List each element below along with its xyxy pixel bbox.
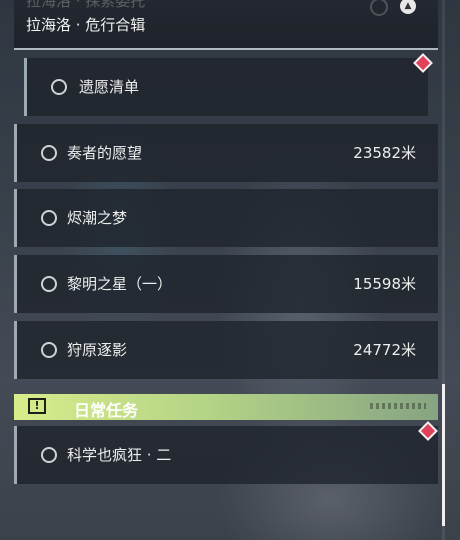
quest-item[interactable]: 科学也疯狂 · 二 — [14, 426, 438, 484]
circle-icon — [41, 210, 57, 226]
previous-group-title: 拉海洛 · 探索委托 — [26, 0, 146, 10]
circle-icon — [51, 79, 67, 95]
quest-distance: 23582米 — [353, 144, 416, 162]
decorative-stripes — [370, 403, 426, 409]
quest-item[interactable]: 狩原逐影 24772米 — [14, 321, 438, 379]
quest-distance: 15598米 — [353, 275, 416, 293]
quest-item[interactable]: 遗愿清单 — [24, 58, 428, 116]
category-title: 日常任务 — [74, 401, 139, 420]
quest-item[interactable]: 黎明之星（一） 15598米 — [14, 255, 438, 313]
exclamation-icon: ! — [28, 398, 46, 414]
circle-icon — [41, 145, 57, 161]
scrollbar-thumb[interactable] — [442, 384, 445, 526]
group-title: 拉海洛 · 危行合辑 — [26, 16, 146, 34]
quest-distance: 24772米 — [353, 341, 416, 359]
quest-item[interactable]: 烬潮之梦 — [14, 189, 438, 247]
quest-label: 奏者的愿望 — [67, 144, 143, 162]
status-ring-icon — [370, 0, 388, 16]
quest-group-header[interactable]: 拉海洛 · 探索委托 ▲ 拉海洛 · 危行合辑 — [14, 0, 438, 50]
quest-label: 遗愿清单 — [79, 78, 140, 96]
circle-icon — [41, 342, 57, 358]
quest-item[interactable]: 奏者的愿望 23582米 — [14, 124, 438, 182]
quest-label: 狩原逐影 — [67, 341, 128, 359]
category-header-daily[interactable]: ! 日常任务 — [14, 394, 438, 420]
quest-label: 科学也疯狂 · 二 — [67, 446, 172, 464]
quest-label: 黎明之星（一） — [67, 275, 173, 293]
circle-icon — [41, 276, 57, 292]
circle-icon — [41, 447, 57, 463]
chevron-up-icon[interactable]: ▲ — [400, 0, 416, 14]
quest-label: 烬潮之梦 — [67, 209, 128, 227]
